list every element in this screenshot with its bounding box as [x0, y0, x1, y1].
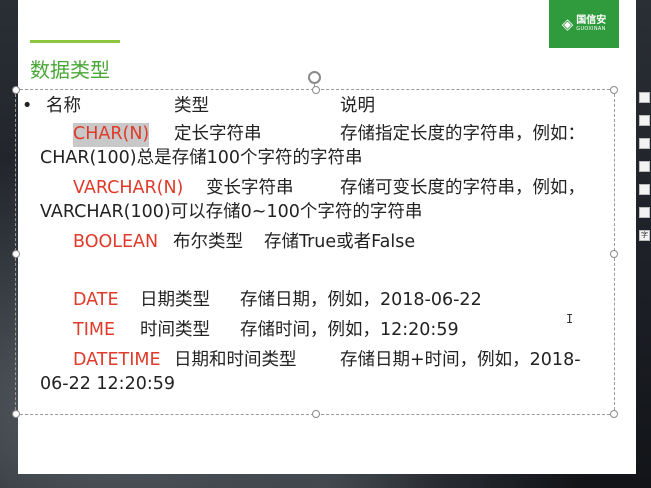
header-row: • 名称 类型 说明	[22, 95, 602, 119]
header-type: 类型	[174, 96, 209, 116]
type-kind: 变长字符串	[206, 178, 294, 198]
type-name: BOOLEAN	[73, 232, 159, 252]
tool-button-4[interactable]	[639, 161, 650, 172]
type-desc-cont: VARCHAR(100)可以存储0~100个字符的字符串	[40, 202, 423, 222]
resize-handle-w[interactable]	[12, 250, 20, 258]
tool-button-6[interactable]	[639, 207, 650, 218]
header-desc: 说明	[340, 96, 375, 116]
header-name: 名称	[46, 96, 81, 116]
resize-handle-ne[interactable]	[610, 86, 618, 94]
resize-handle-se[interactable]	[610, 410, 618, 418]
type-desc: 存储指定长度的字符串，例如：	[340, 124, 585, 144]
type-name: DATETIME	[73, 350, 161, 370]
tool-button-text[interactable]: 字	[639, 230, 650, 241]
type-row-varchar: VARCHAR(N) 变长字符串 存储可变长度的字符串，例如，	[22, 177, 602, 201]
type-row-char: CHAR(N) 定长字符串 存储指定长度的字符串，例如：	[22, 123, 602, 147]
type-kind: 定长字符串	[174, 124, 262, 144]
type-kind: 日期类型	[140, 290, 210, 310]
type-kind: 时间类型	[140, 320, 210, 340]
logo-name-en: GUOXINAN	[576, 25, 606, 32]
text-cursor-icon: I	[566, 312, 574, 326]
type-desc-cont: CHAR(100)总是存储100个字符的字符串	[40, 148, 363, 168]
type-row-datetime: DATETIME 日期和时间类型 存储日期+时间，例如，2018-	[22, 349, 602, 373]
tool-button-3[interactable]	[639, 138, 650, 149]
tool-button-5[interactable]	[639, 184, 650, 195]
tool-button-1[interactable]	[639, 92, 650, 103]
type-kind: 布尔类型	[173, 232, 243, 252]
type-row-date: DATE 日期类型 存储日期，例如，2018-06-22	[22, 289, 602, 313]
type-kind: 日期和时间类型	[174, 350, 297, 370]
bullet: •	[22, 96, 33, 116]
right-toolbar: 字	[638, 92, 651, 282]
resize-handle-s[interactable]	[312, 410, 320, 418]
type-name: VARCHAR(N)	[73, 178, 184, 198]
tool-button-2[interactable]	[639, 115, 650, 126]
company-logo: ◈ 国信安 GUOXINAN	[549, 0, 619, 48]
slide-body-text[interactable]: • 名称 类型 说明 CHAR(N) 定长字符串 存储指定长度的字符串，例如： …	[22, 95, 602, 397]
type-row-char-cont: CHAR(100)总是存储100个字符的字符串	[22, 147, 602, 171]
type-desc: 存储日期+时间，例如，2018-	[340, 350, 581, 370]
slide-title: 数据类型	[30, 58, 110, 82]
resize-handle-sw[interactable]	[12, 410, 20, 418]
type-desc: 存储True或者False	[264, 232, 416, 252]
resize-handle-n[interactable]	[312, 86, 320, 94]
type-row-time: TIME 时间类型 存储时间，例如，12:20:59	[22, 319, 602, 343]
type-desc: 存储时间，例如，12:20:59	[240, 320, 459, 340]
type-name: TIME	[73, 320, 116, 340]
resize-handle-e[interactable]	[610, 250, 618, 258]
type-name: DATE	[73, 290, 119, 310]
type-desc-cont: 06-22 12:20:59	[40, 374, 176, 394]
resize-handle-nw[interactable]	[12, 86, 20, 94]
type-name: CHAR(N)	[73, 123, 150, 147]
rotate-handle[interactable]	[308, 71, 321, 84]
type-row-datetime-cont: 06-22 12:20:59	[22, 373, 602, 397]
title-accent-bar	[30, 40, 120, 43]
type-desc: 存储可变长度的字符串，例如，	[340, 178, 585, 198]
type-desc: 存储日期，例如，2018-06-22	[240, 290, 482, 310]
type-row-varchar-cont: VARCHAR(100)可以存储0~100个字符的字符串	[22, 201, 602, 225]
type-row-boolean: BOOLEAN 布尔类型 存储True或者False	[22, 231, 602, 255]
logo-mark-icon: ◈	[561, 14, 574, 33]
